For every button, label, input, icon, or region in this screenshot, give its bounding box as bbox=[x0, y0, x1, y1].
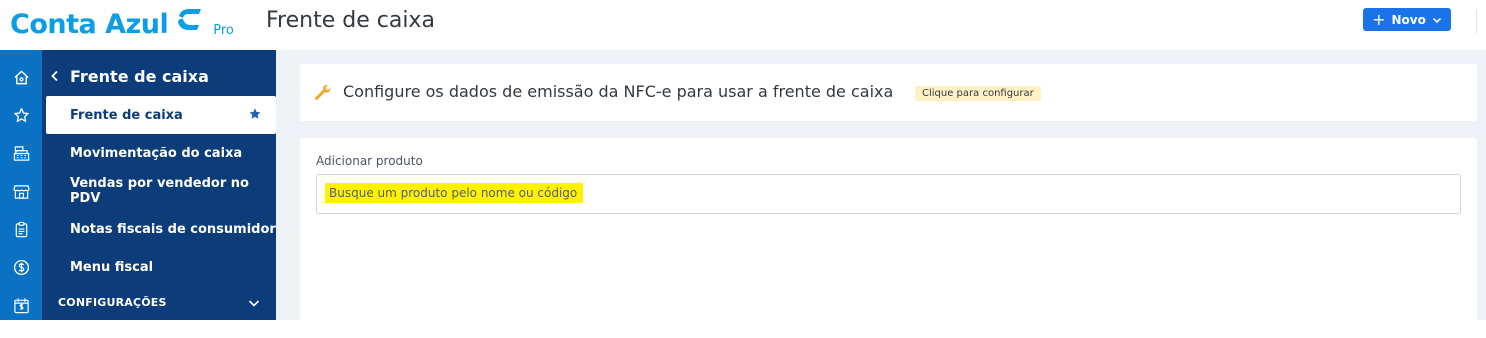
chevron-left-icon bbox=[51, 70, 58, 82]
logo-text: Conta Azul bbox=[10, 9, 169, 40]
add-product-label: Adicionar produto bbox=[316, 154, 423, 168]
home-icon[interactable] bbox=[0, 58, 42, 96]
product-search-input[interactable]: Busque um produto pelo nome ou código bbox=[316, 174, 1461, 214]
sidebar-back-link[interactable]: Frente de caixa bbox=[50, 65, 209, 87]
sidebar-item-movimentacao-do-caixa[interactable]: Movimentação do caixa bbox=[42, 134, 276, 172]
chevron-down-icon[interactable] bbox=[248, 298, 260, 308]
sidebar-item-label: Frente de caixa bbox=[70, 107, 183, 123]
sidebar-item-label: Movimentação do caixa bbox=[70, 145, 243, 161]
sidebar-item-label: Vendas por vendedor no PDV bbox=[70, 176, 249, 206]
sidebar-title: Frente de caixa bbox=[70, 66, 209, 86]
header-divider bbox=[1476, 10, 1477, 34]
clipboard-icon[interactable] bbox=[0, 210, 42, 248]
sidebar-item-menu-fiscal[interactable]: Menu fiscal bbox=[42, 248, 276, 286]
sidebar-item-label: Menu fiscal bbox=[70, 259, 154, 275]
store-icon[interactable] bbox=[0, 172, 42, 210]
configure-badge[interactable]: Clique para configurar bbox=[915, 86, 1041, 101]
sidebar-item-vendas-por-vendedor[interactable]: Vendas por vendedor no PDV bbox=[42, 172, 276, 210]
product-search-placeholder: Busque um produto pelo nome ou código bbox=[325, 183, 584, 203]
sidebar-section-configuracoes[interactable]: CONFIGURAÇÕES bbox=[58, 296, 167, 309]
page-title: Frente de caixa bbox=[266, 8, 435, 33]
chevron-down-icon bbox=[1432, 17, 1441, 23]
top-bar: Conta Azul Pro Frente de caixa + Novo bbox=[0, 0, 1486, 50]
conta-azul-logo[interactable]: Conta Azul Pro bbox=[10, 2, 234, 42]
sidebar-item-label: Notas fiscais de consumidor bbox=[70, 221, 276, 237]
sidebar-item-frente-de-caixa[interactable]: Frente de caixa bbox=[46, 96, 276, 134]
new-button-label: Novo bbox=[1391, 12, 1426, 27]
icon-rail bbox=[0, 50, 42, 320]
star-icon[interactable] bbox=[0, 96, 42, 134]
sidebar: Frente de caixa Frente de caixa Moviment… bbox=[42, 50, 276, 320]
nfce-config-notice: Configure os dados de emissão da NFC-e p… bbox=[300, 64, 1477, 121]
sidebar-item-notas-fiscais[interactable]: Notas fiscais de consumidor bbox=[42, 210, 276, 248]
add-product-panel: Adicionar produto Busque um produto pelo… bbox=[300, 138, 1477, 338]
notice-message: Configure os dados de emissão da NFC-e p… bbox=[343, 82, 894, 101]
dollar-icon[interactable] bbox=[0, 248, 42, 286]
plus-icon: + bbox=[1372, 9, 1386, 29]
cash-register-icon[interactable] bbox=[0, 134, 42, 172]
logo-pro-label: Pro bbox=[213, 23, 234, 38]
new-button[interactable]: + Novo bbox=[1363, 8, 1451, 31]
wrench-icon bbox=[315, 85, 331, 100]
favorite-star-icon[interactable] bbox=[248, 107, 262, 121]
calendar-dollar-icon[interactable] bbox=[0, 286, 42, 324]
logo-mark-icon bbox=[175, 6, 203, 36]
main-content: Configure os dados de emissão da NFC-e p… bbox=[276, 50, 1486, 338]
